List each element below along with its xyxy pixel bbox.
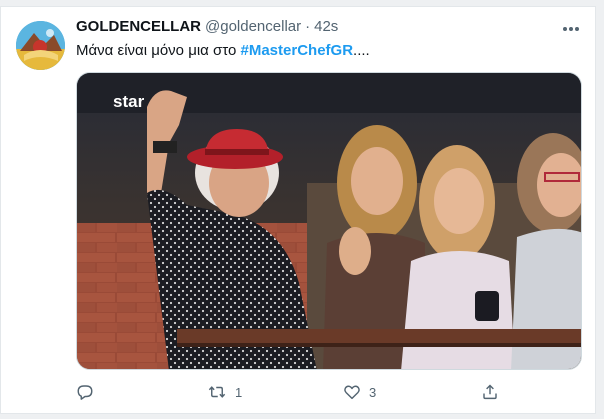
retweet-button[interactable]: 1 (207, 380, 242, 404)
share-button[interactable] (481, 380, 499, 404)
like-count: 3 (369, 384, 377, 400)
more-horizontal-icon (563, 27, 579, 31)
channel-watermark: star (113, 92, 145, 111)
hashtag-link[interactable]: #MasterChefGR (241, 42, 354, 59)
more-options-button[interactable] (559, 19, 583, 39)
tweet-media[interactable]: star (76, 72, 582, 370)
tweet-text: Μάνα είναι μόνο μια στο #MasterChefGR...… (76, 41, 576, 61)
reply-button[interactable] (76, 380, 94, 404)
tweet-text-ellipsis: .... (353, 42, 370, 59)
tweet-header: GOLDENCELLAR @goldencellar · 42s (76, 17, 338, 37)
profile-avatar-icon (16, 21, 65, 70)
tweet-text-body: Μάνα είναι μόνο μια στο (76, 42, 241, 59)
tweet-timestamp[interactable]: 42s (314, 17, 338, 37)
avatar[interactable] (16, 21, 65, 70)
tweet-card[interactable]: GOLDENCELLAR @goldencellar · 42s Μάνα εί… (0, 6, 596, 414)
author-handle[interactable]: @goldencellar (205, 17, 301, 37)
reply-icon (77, 385, 93, 400)
retweet-icon (208, 386, 226, 398)
heart-icon (344, 385, 360, 400)
retweet-count: 1 (235, 384, 243, 400)
separator-dot: · (305, 18, 311, 35)
share-icon (483, 384, 497, 400)
tweet-actions: 1 3 (76, 380, 581, 404)
tweet-photo: star (77, 73, 581, 369)
author-name[interactable]: GOLDENCELLAR (76, 17, 201, 37)
like-button[interactable]: 3 (343, 380, 376, 404)
